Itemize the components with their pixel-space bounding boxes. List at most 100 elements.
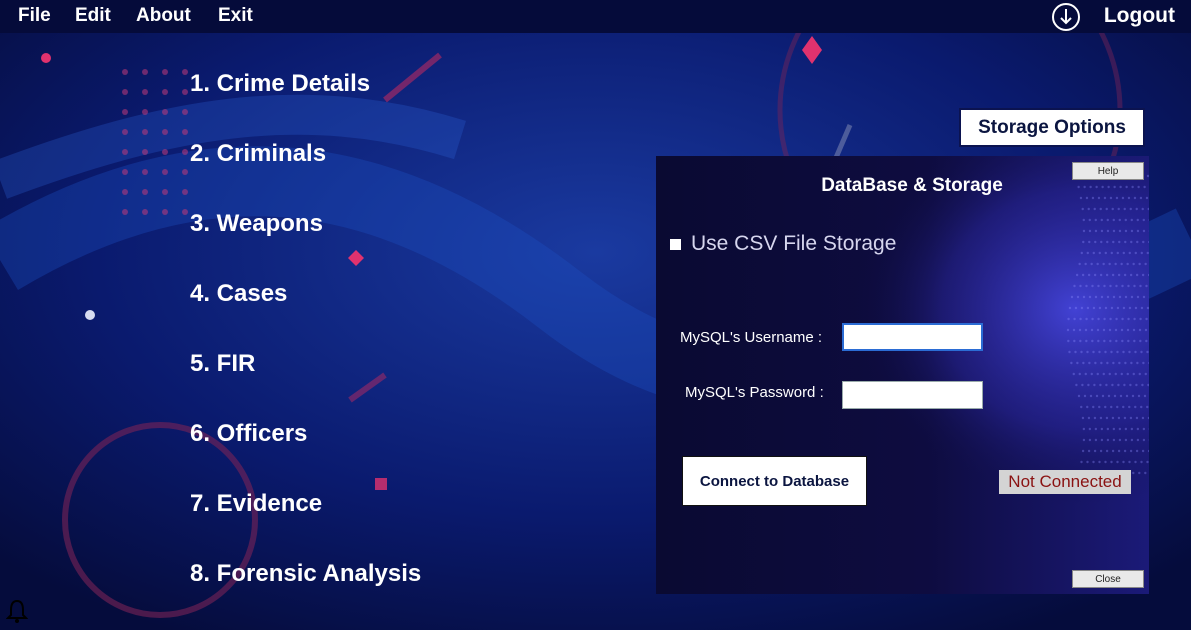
decorative-dot: [1116, 350, 1119, 354]
decorative-dot: [162, 109, 168, 115]
decorative-dot: [1070, 361, 1073, 365]
nav-criminals[interactable]: 2. Criminals: [190, 140, 326, 168]
bell-icon[interactable]: [6, 598, 28, 624]
decorative-dot: [1118, 361, 1121, 365]
decorative-dot: [1130, 229, 1134, 233]
storage-options-button[interactable]: Storage Options: [959, 108, 1145, 147]
decorative-dot: [1118, 438, 1122, 442]
csv-storage-checkbox[interactable]: [670, 238, 681, 250]
menu-bar: File Edit About Exit Logout: [0, 0, 1191, 33]
connect-database-button[interactable]: Connect to Database: [682, 456, 867, 506]
nav-fir[interactable]: 5. FIR: [190, 350, 255, 378]
decorative-dot: [1104, 251, 1107, 255]
decorative-dot: [1094, 361, 1097, 365]
decorative-dot: [1132, 471, 1135, 475]
decorative-dot: [122, 149, 128, 155]
decorative-dot: [1098, 350, 1101, 354]
decorative-dot: [1112, 240, 1115, 244]
decorative-dot: [1139, 339, 1142, 343]
decorative-dot: [1099, 273, 1103, 277]
decorative-dot: [1130, 427, 1134, 431]
decorative-dot: [1141, 207, 1144, 211]
decorative-dot: [122, 209, 128, 215]
decorative-dot: [1144, 471, 1147, 475]
decorative-dot: [1084, 328, 1088, 332]
decorative-dot: [1120, 328, 1124, 332]
decorative-dot: [162, 89, 168, 95]
username-input[interactable]: [842, 323, 983, 351]
decorative-dot: [142, 69, 148, 75]
decorative-dot: [1081, 383, 1084, 387]
decorative-dot: [1124, 240, 1127, 244]
nav-officers[interactable]: 6. Officers: [190, 420, 307, 448]
nav-cases[interactable]: 4. Cases: [190, 280, 287, 308]
decorative-dot: [1109, 284, 1112, 288]
decorative-dot: [1085, 317, 1088, 321]
close-button[interactable]: Close: [1072, 570, 1144, 588]
decorative-dot: [1130, 361, 1133, 365]
decorative-dot: [1096, 328, 1100, 332]
decorative-dot: [1111, 273, 1115, 277]
decorative-dot: [162, 149, 168, 155]
decorative-dot: [122, 129, 128, 135]
decorative-dot: [1093, 383, 1096, 387]
decorative-dot: [1130, 295, 1134, 299]
password-input[interactable]: [842, 381, 983, 409]
decorative-dot: [1093, 416, 1097, 420]
decorative-dot: [1091, 339, 1094, 343]
decorative-dot: [1090, 372, 1093, 376]
decorative-dot: [1120, 262, 1123, 266]
decorative-dot: [1140, 251, 1143, 255]
decorative-dot: [1124, 295, 1128, 299]
decorative-dot: [1145, 284, 1148, 288]
decorative-dot: [1128, 405, 1131, 409]
decorative-dot: [1117, 273, 1121, 277]
decorative-dot: [1100, 438, 1104, 442]
nav-evidence[interactable]: 7. Evidence: [190, 490, 322, 518]
decorative-dot: [1103, 196, 1107, 200]
decorative-dot: [1086, 405, 1089, 409]
decorative-dot: [1138, 372, 1141, 376]
menu-file[interactable]: File: [18, 5, 51, 27]
decorative-dot: [1087, 449, 1091, 453]
nav-crime-details[interactable]: 1. Crime Details: [190, 70, 370, 98]
decorative-dot: [1123, 383, 1126, 387]
decorative-dot: [1078, 328, 1082, 332]
decorative-dot: [1092, 350, 1095, 354]
decorative-dot: [1120, 372, 1123, 376]
menu-edit[interactable]: Edit: [75, 5, 111, 27]
decorative-dot: [1080, 405, 1083, 409]
decorative-dot: [1097, 317, 1100, 321]
decorative-dot: [1126, 372, 1129, 376]
decorative-dot: [1099, 383, 1102, 387]
decorative-dot: [1092, 251, 1095, 255]
decorative-dot: [1130, 438, 1134, 442]
decorative-dot: [1105, 383, 1108, 387]
decorative-dot: [1110, 306, 1114, 310]
decorative-dot: [1085, 196, 1089, 200]
decorative-dot: [1124, 427, 1128, 431]
decorative-dot: [1082, 295, 1086, 299]
decorative-dot: [1110, 460, 1113, 464]
decorative-dot: [1113, 394, 1117, 398]
decorative-dot: [1105, 416, 1109, 420]
download-circle-icon[interactable]: [1050, 1, 1082, 33]
decorative-dot: [142, 109, 148, 115]
decorative-dot: [1125, 394, 1129, 398]
decorative-dot: [1115, 317, 1118, 321]
decorative-dot: [182, 109, 188, 115]
logout-button[interactable]: Logout: [1104, 4, 1175, 28]
decorative-dot: [1104, 460, 1107, 464]
nav-forensic-analysis[interactable]: 8. Forensic Analysis: [190, 560, 421, 588]
nav-weapons[interactable]: 3. Weapons: [190, 210, 323, 238]
decorative-dot: [1104, 405, 1107, 409]
decorative-dot: [1088, 218, 1091, 222]
decorative-dot: [1142, 438, 1146, 442]
decorative-dot: [1092, 405, 1095, 409]
menu-about[interactable]: About: [136, 5, 191, 27]
decorative-dot: [1084, 372, 1087, 376]
decorative-dot: [162, 129, 168, 135]
menu-exit[interactable]: Exit: [218, 5, 253, 27]
decorative-dot: [1117, 207, 1120, 211]
decorative-dot: [1135, 416, 1139, 420]
